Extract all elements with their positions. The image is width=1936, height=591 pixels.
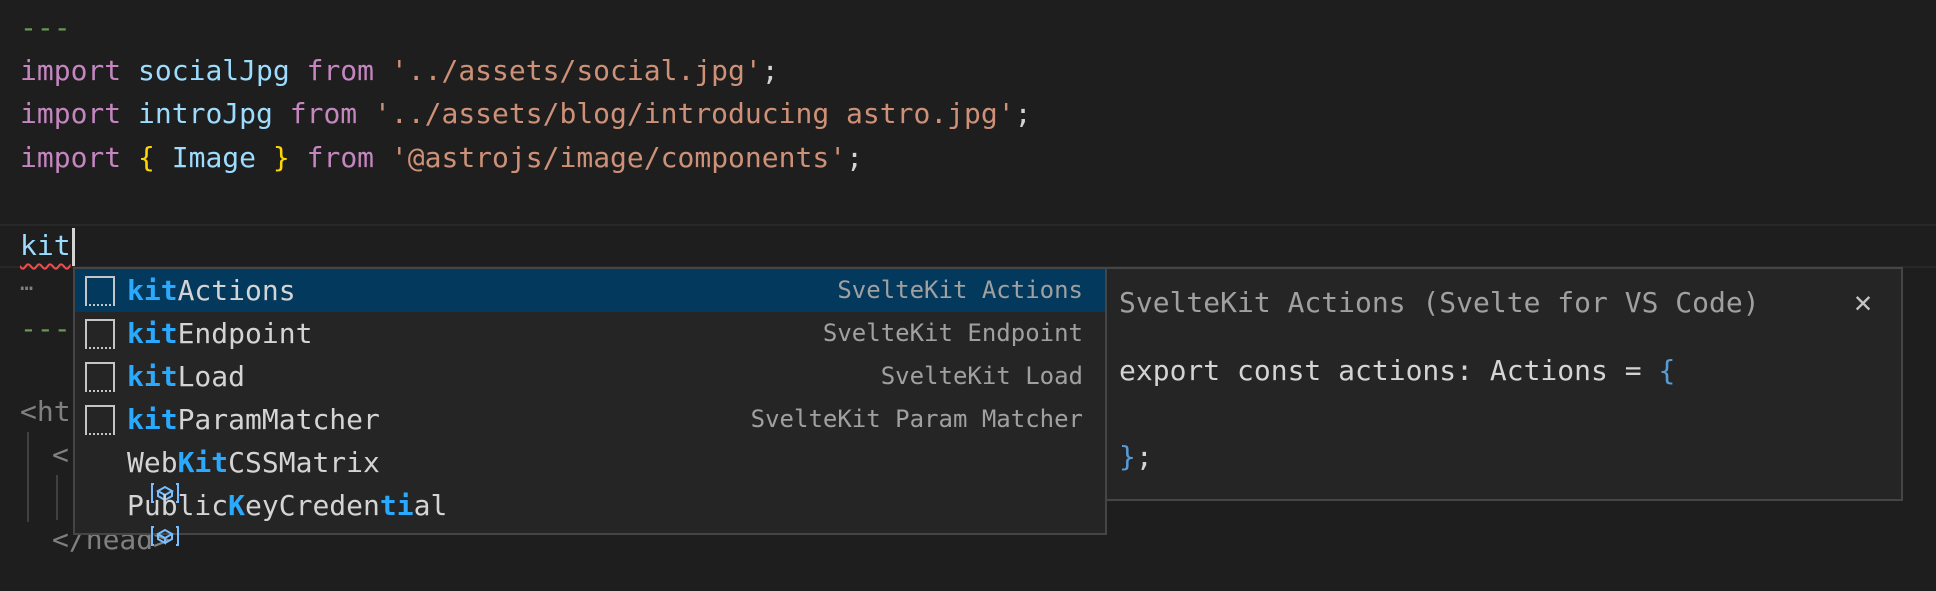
suggestion-details-pane: SvelteKit Actions (Svelte for VS Code) ✕…	[1107, 267, 1903, 501]
indent-guide	[27, 432, 29, 522]
close-icon[interactable]: ✕	[1843, 283, 1883, 323]
html-tag-partial: <ht	[20, 395, 71, 428]
snippet-icon	[85, 404, 115, 435]
current-line-highlight	[0, 224, 1936, 268]
suggestion-item-kitactions[interactable]: kitActions SvelteKit Actions	[75, 269, 1105, 312]
indent-guide	[56, 475, 58, 520]
frontmatter-open: ---	[20, 11, 71, 44]
suggestion-item-kitload[interactable]: kitLoad SvelteKit Load	[75, 355, 1105, 398]
suggestion-detail: SvelteKit Load	[880, 362, 1083, 390]
snippet-preview: export const actions: Actions = { };	[1119, 354, 1676, 473]
variable-icon	[85, 491, 180, 546]
details-title: SvelteKit Actions (Svelte for VS Code)	[1119, 286, 1760, 319]
code-line-import-image: import { Image } from '@astrojs/image/co…	[20, 141, 863, 174]
head-tag-partial: <	[52, 438, 69, 471]
snippet-icon	[85, 318, 115, 349]
suggestion-item-webkitcssmatrix[interactable]: WebKitCSSMatrix	[75, 441, 1105, 503]
suggestion-detail: SvelteKit Actions	[837, 276, 1083, 304]
suggestion-item-publickeycredential[interactable]: PublicKeyCredential	[75, 484, 1105, 546]
variable-icon	[85, 448, 180, 503]
autocomplete-list[interactable]: kitActions SvelteKit Actions kitEndpoint…	[73, 267, 1107, 546]
frontmatter-close: ---	[20, 312, 71, 345]
suggestion-detail: SvelteKit Param Matcher	[750, 405, 1083, 433]
fold-ellipsis[interactable]: …	[20, 262, 33, 305]
snippet-icon	[85, 275, 115, 306]
code-line-import-social: import socialJpg from '../assets/social.…	[20, 54, 779, 87]
suggestion-item-kitparammatcher[interactable]: kitParamMatcher SvelteKit Param Matcher	[75, 398, 1105, 441]
suggestion-detail: SvelteKit Endpoint	[822, 319, 1083, 347]
suggestion-item-kitendpoint[interactable]: kitEndpoint SvelteKit Endpoint	[75, 312, 1105, 355]
code-line-import-intro: import introJpg from '../assets/blog/int…	[20, 97, 1032, 130]
snippet-icon	[85, 361, 115, 392]
code-line-current[interactable]: kit	[20, 224, 75, 267]
text-cursor	[71, 228, 75, 266]
typed-text[interactable]: kit	[20, 229, 71, 262]
